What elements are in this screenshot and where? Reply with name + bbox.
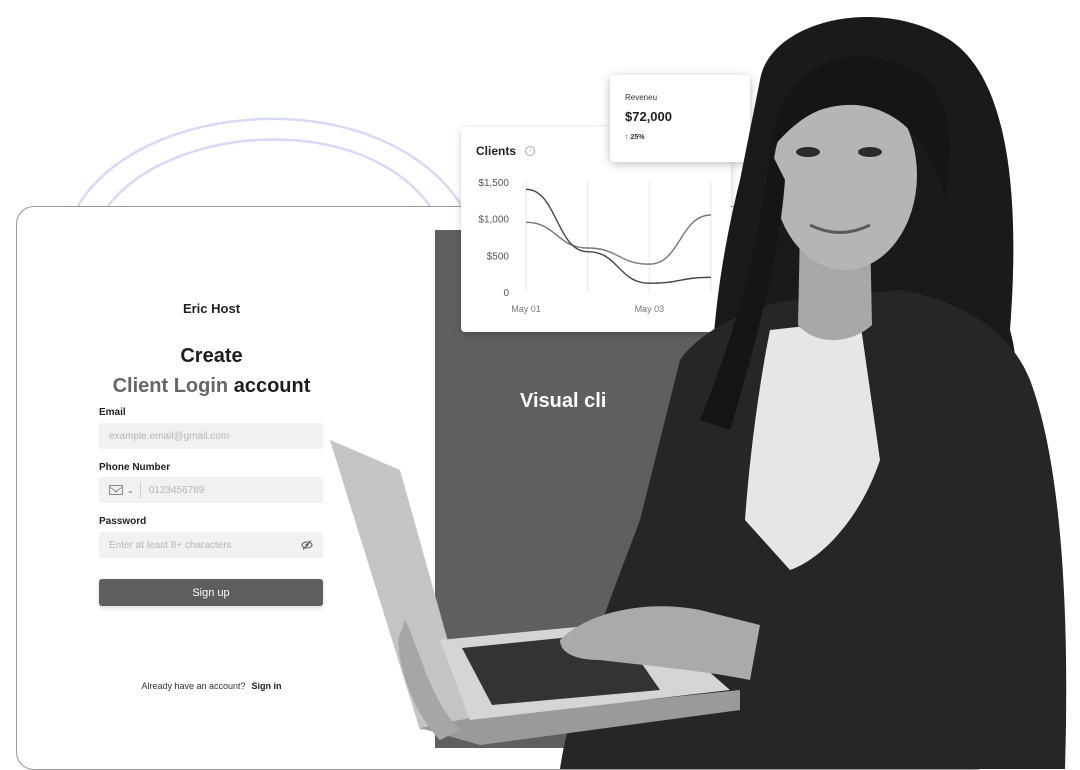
- password-field[interactable]: Enter at least 8+ characters: [99, 532, 323, 558]
- phone-field[interactable]: ⌄ 0123456789: [99, 477, 323, 503]
- title-accent: Client Login: [112, 375, 229, 397]
- x-tick-label: May 01: [511, 304, 541, 314]
- title-line-2: Client Login account: [99, 371, 324, 401]
- email-label: Email: [99, 407, 126, 418]
- phone-placeholder: 0123456789: [148, 484, 205, 496]
- x-tick-label: May 03: [635, 304, 665, 314]
- chevron-down-icon: ⌄: [127, 485, 134, 495]
- revenue-delta: ↑ 25%: [625, 134, 645, 141]
- signin-prompt: Already have an account? Sign in: [99, 681, 324, 691]
- series-line-1: [525, 214, 712, 265]
- country-code-select[interactable]: ⌄: [109, 482, 141, 498]
- envelope-icon: [109, 485, 123, 495]
- signin-prompt-text: Already have an account?: [141, 681, 246, 691]
- email-placeholder: example.email@gmail.com: [109, 430, 230, 442]
- series-line-2: [525, 188, 712, 284]
- signin-link[interactable]: Sign in: [252, 681, 282, 691]
- title-line-1: Create: [180, 345, 243, 367]
- eye-off-icon[interactable]: [301, 539, 313, 551]
- y-tick-label: $1,500: [478, 178, 509, 189]
- title-rest: account: [228, 375, 311, 397]
- password-label: Password: [99, 516, 147, 527]
- signup-button[interactable]: Sign up: [99, 579, 323, 606]
- password-placeholder: Enter at least 8+ characters: [109, 539, 232, 551]
- promo-heading: Visual cli: [520, 390, 607, 412]
- email-field[interactable]: example.email@gmail.com: [99, 423, 323, 449]
- brand-name: Eric Host: [182, 301, 241, 316]
- phone-label: Phone Number: [99, 462, 171, 473]
- revenue-value: $72,000: [625, 109, 672, 124]
- y-tick-label: $1,000: [478, 215, 509, 226]
- revenue-label: Reveneu: [625, 93, 658, 102]
- page-title: Create Client Login account: [99, 341, 324, 401]
- y-tick-label: 0: [503, 288, 509, 299]
- y-tick-label: $500: [487, 251, 510, 262]
- revenue-card: Reveneu $72,000 ↑ 25%: [610, 75, 750, 162]
